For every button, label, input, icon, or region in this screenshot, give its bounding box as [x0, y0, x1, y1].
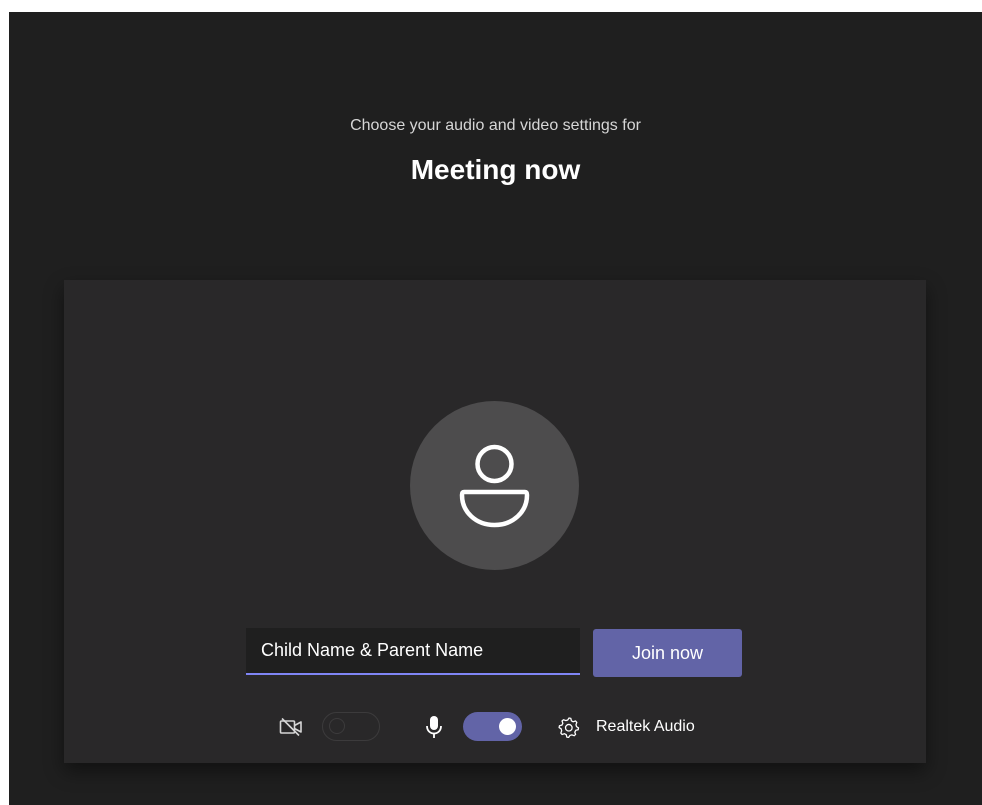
pre-join-screen: Choose your audio and video settings for… [9, 12, 982, 805]
camera-toggle[interactable] [322, 712, 380, 741]
settings-subtitle: Choose your audio and video settings for [350, 117, 641, 134]
name-input[interactable] [246, 628, 580, 675]
microphone-toggle-knob [499, 718, 516, 735]
video-preview-panel: Join now Realtek Audio [64, 280, 926, 763]
microphone-toggle[interactable] [463, 712, 522, 741]
microphone-icon[interactable] [425, 715, 443, 739]
meeting-title: Meeting now [410, 154, 581, 185]
person-icon [459, 444, 530, 528]
join-now-button[interactable]: Join now [593, 629, 742, 677]
device-controls: Realtek Audio [64, 710, 926, 744]
camera-toggle-knob [329, 718, 345, 734]
gear-icon[interactable] [558, 716, 580, 738]
avatar [410, 401, 579, 570]
audio-device-label[interactable]: Realtek Audio [596, 717, 695, 737]
camera-off-icon[interactable] [279, 717, 303, 737]
